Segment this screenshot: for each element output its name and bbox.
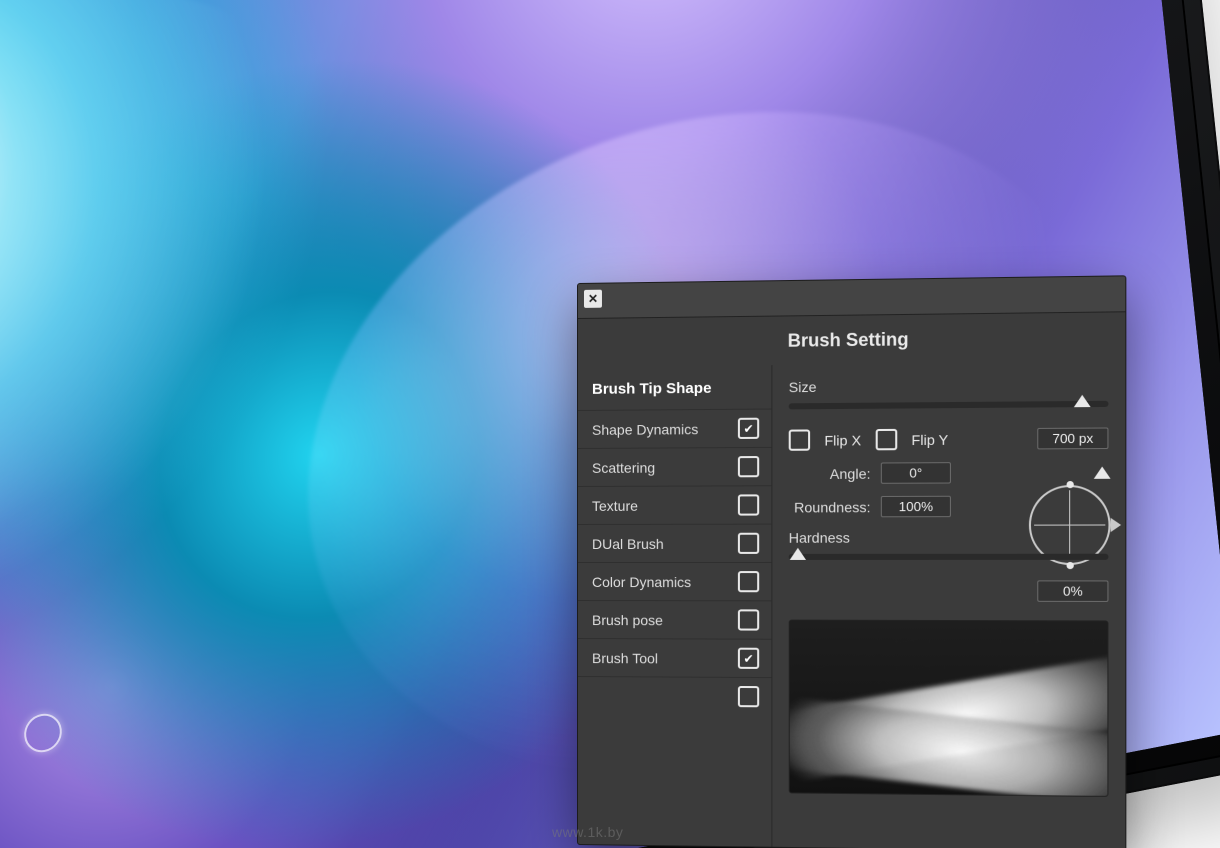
- brush-main-settings: Size Flip X Flip Y 700 px Angle: 0° Roun…: [772, 362, 1125, 848]
- option-shape-dynamics[interactable]: Shape Dynamics: [578, 409, 771, 448]
- size-label: Size: [789, 376, 1109, 395]
- flip-x-checkbox[interactable]: [789, 429, 810, 450]
- panel-title: Brush Setting: [578, 312, 1125, 367]
- option-extra[interactable]: [578, 676, 771, 715]
- roundness-label: Roundness:: [789, 499, 871, 515]
- brush-tip-shape-header[interactable]: Brush Tip Shape: [578, 369, 771, 410]
- angle-dial-handle-top[interactable]: [1066, 481, 1073, 488]
- close-icon: ✕: [588, 292, 598, 306]
- option-label: Color Dynamics: [592, 574, 691, 590]
- option-label: DUal Brush: [592, 535, 664, 551]
- option-checkbox[interactable]: [738, 686, 759, 707]
- option-label: Scattering: [592, 459, 655, 475]
- option-brush-tool[interactable]: Brush Tool: [578, 638, 771, 677]
- angle-step-up-icon[interactable]: [1094, 466, 1111, 478]
- option-checkbox[interactable]: [738, 609, 759, 630]
- hardness-slider-thumb[interactable]: [790, 548, 806, 560]
- option-checkbox[interactable]: [738, 418, 759, 439]
- panel-titlebar[interactable]: ✕: [578, 276, 1125, 319]
- option-texture[interactable]: Texture: [578, 485, 771, 524]
- option-dual-brush[interactable]: DUal Brush: [578, 524, 771, 562]
- angle-dial-handle-bottom[interactable]: [1066, 562, 1073, 569]
- option-checkbox[interactable]: [738, 533, 759, 554]
- size-value-field[interactable]: 700 px: [1037, 427, 1108, 449]
- angle-dial-arrow-icon: [1111, 518, 1122, 532]
- option-checkbox[interactable]: [738, 494, 759, 515]
- hardness-value-field[interactable]: 0%: [1037, 580, 1108, 602]
- option-color-dynamics[interactable]: Color Dynamics: [578, 562, 771, 600]
- option-scattering[interactable]: Scattering: [578, 447, 771, 486]
- option-checkbox[interactable]: [738, 456, 759, 477]
- angle-label: Angle:: [789, 465, 871, 482]
- option-label: Texture: [592, 497, 638, 513]
- option-checkbox[interactable]: [738, 571, 759, 592]
- size-slider-thumb[interactable]: [1074, 395, 1091, 407]
- flip-y-label: Flip Y: [911, 431, 948, 448]
- option-label: Shape Dynamics: [592, 421, 698, 438]
- brush-options-sidebar: Brush Tip Shape Shape Dynamics Scatterin…: [578, 365, 772, 848]
- scene: ✕ Brush Setting Brush Tip Shape Shape Dy…: [0, 0, 1220, 848]
- size-slider[interactable]: [789, 401, 1109, 410]
- option-checkbox[interactable]: [738, 648, 759, 669]
- hardness-slider[interactable]: [789, 554, 1109, 560]
- option-label: Brush pose: [592, 612, 663, 628]
- brush-preview: [789, 620, 1109, 797]
- option-label: Brush Tool: [592, 650, 658, 666]
- roundness-value-field[interactable]: 100%: [881, 496, 951, 518]
- close-button[interactable]: ✕: [584, 290, 602, 308]
- angle-value-field[interactable]: 0°: [881, 462, 951, 484]
- option-brush-pose[interactable]: Brush pose: [578, 600, 771, 639]
- brush-setting-panel: ✕ Brush Setting Brush Tip Shape Shape Dy…: [577, 275, 1126, 848]
- panel-body: Brush Tip Shape Shape Dynamics Scatterin…: [578, 362, 1125, 848]
- flip-x-label: Flip X: [824, 432, 861, 448]
- flip-y-checkbox[interactable]: [875, 429, 897, 450]
